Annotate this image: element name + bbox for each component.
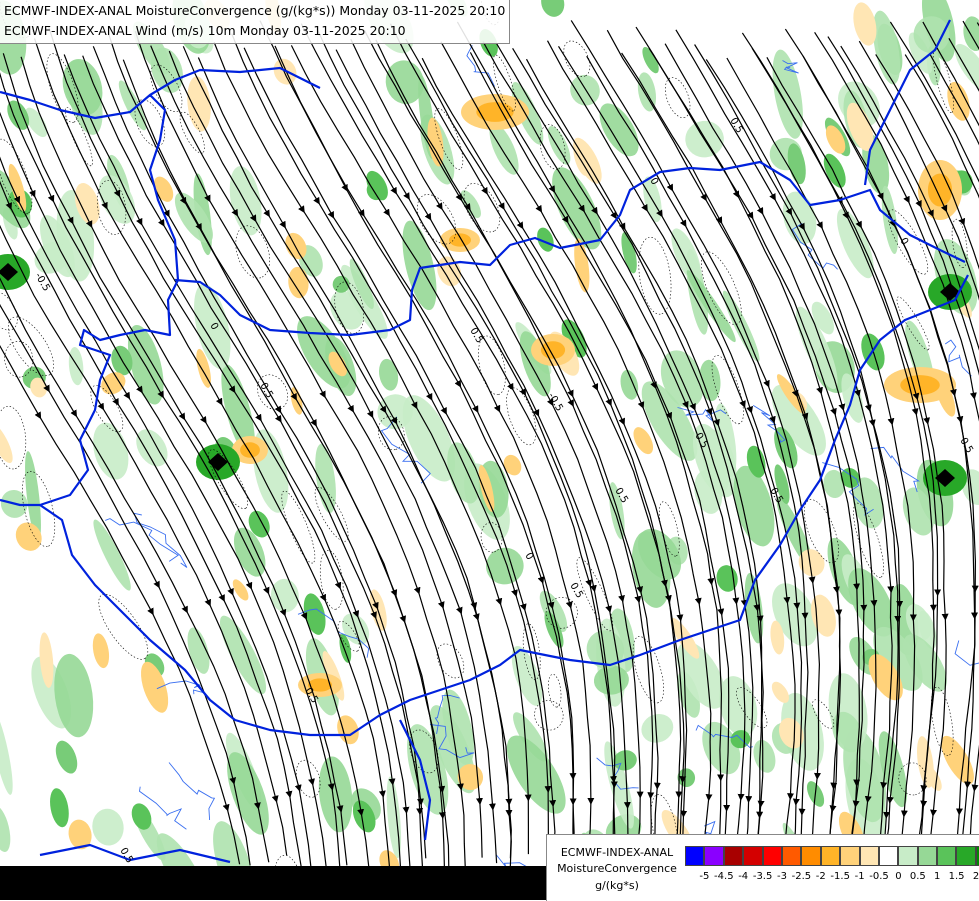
legend-tick: 2 — [973, 871, 979, 882]
title-moisture-convergence: ECMWF-INDEX-ANAL MoistureConvergence (g/… — [4, 1, 505, 21]
divergence-core — [900, 375, 940, 395]
title-wind: ECMWF-INDEX-ANAL Wind (m/s) 10m Monday 0… — [4, 21, 505, 41]
legend-swatch — [956, 846, 975, 866]
legend-tick: 0 — [895, 871, 901, 882]
legend-tick: -1.5 — [830, 871, 850, 882]
legend-tick: -5 — [699, 871, 709, 882]
legend-swatch — [743, 846, 762, 866]
legend-tick: 1.5 — [949, 871, 965, 882]
legend-unit-label: g/(kg*s) — [547, 879, 687, 893]
legend-swatch — [685, 846, 704, 866]
legend-tick: -3.5 — [753, 871, 773, 882]
legend-swatch — [840, 846, 859, 866]
legend-tick: -0.5 — [869, 871, 889, 882]
legend-swatch — [724, 846, 743, 866]
legend-swatch — [898, 846, 917, 866]
legend-swatch — [801, 846, 820, 866]
legend-swatches — [685, 846, 979, 866]
legend-tick: -3 — [777, 871, 787, 882]
legend-swatch — [763, 846, 782, 866]
legend-swatch — [860, 846, 879, 866]
legend-tick: -2.5 — [792, 871, 812, 882]
legend-tick: -2 — [816, 871, 826, 882]
legend-tick: -4.5 — [714, 871, 734, 882]
divergence-core — [449, 233, 471, 246]
legend-tick: -1 — [855, 871, 865, 882]
legend-tick: -4 — [738, 871, 748, 882]
legend-model-label: ECMWF-INDEX-ANAL — [547, 846, 687, 860]
legend-tick-labels: -5 -4.5 -4 -3.5 -3 -2.5 -2 -1.5 -1 -0.5 0 0.5 1 1.5 2 — [685, 871, 977, 885]
legend-swatch — [918, 846, 937, 866]
divergence-core — [240, 442, 260, 457]
map-title-box: ECMWF-INDEX-ANAL MoistureConvergence (g/… — [0, 0, 510, 44]
legend-tick: 1 — [934, 871, 940, 882]
legend-swatch — [879, 846, 898, 866]
legend-swatch — [782, 846, 801, 866]
legend-tick: 0.5 — [910, 871, 926, 882]
moisture-convergence-map: 0.5-0.50.50.50.50.50.50.500000.5-0.50.50… — [0, 0, 979, 900]
bottom-black-strip — [0, 866, 560, 900]
legend-swatch — [704, 846, 723, 866]
legend-swatch — [937, 846, 956, 866]
legend-variable-label: MoistureConvergence — [547, 862, 687, 876]
color-legend: ECMWF-INDEX-ANAL MoistureConvergence g/(… — [546, 834, 979, 901]
legend-swatch — [821, 846, 840, 866]
